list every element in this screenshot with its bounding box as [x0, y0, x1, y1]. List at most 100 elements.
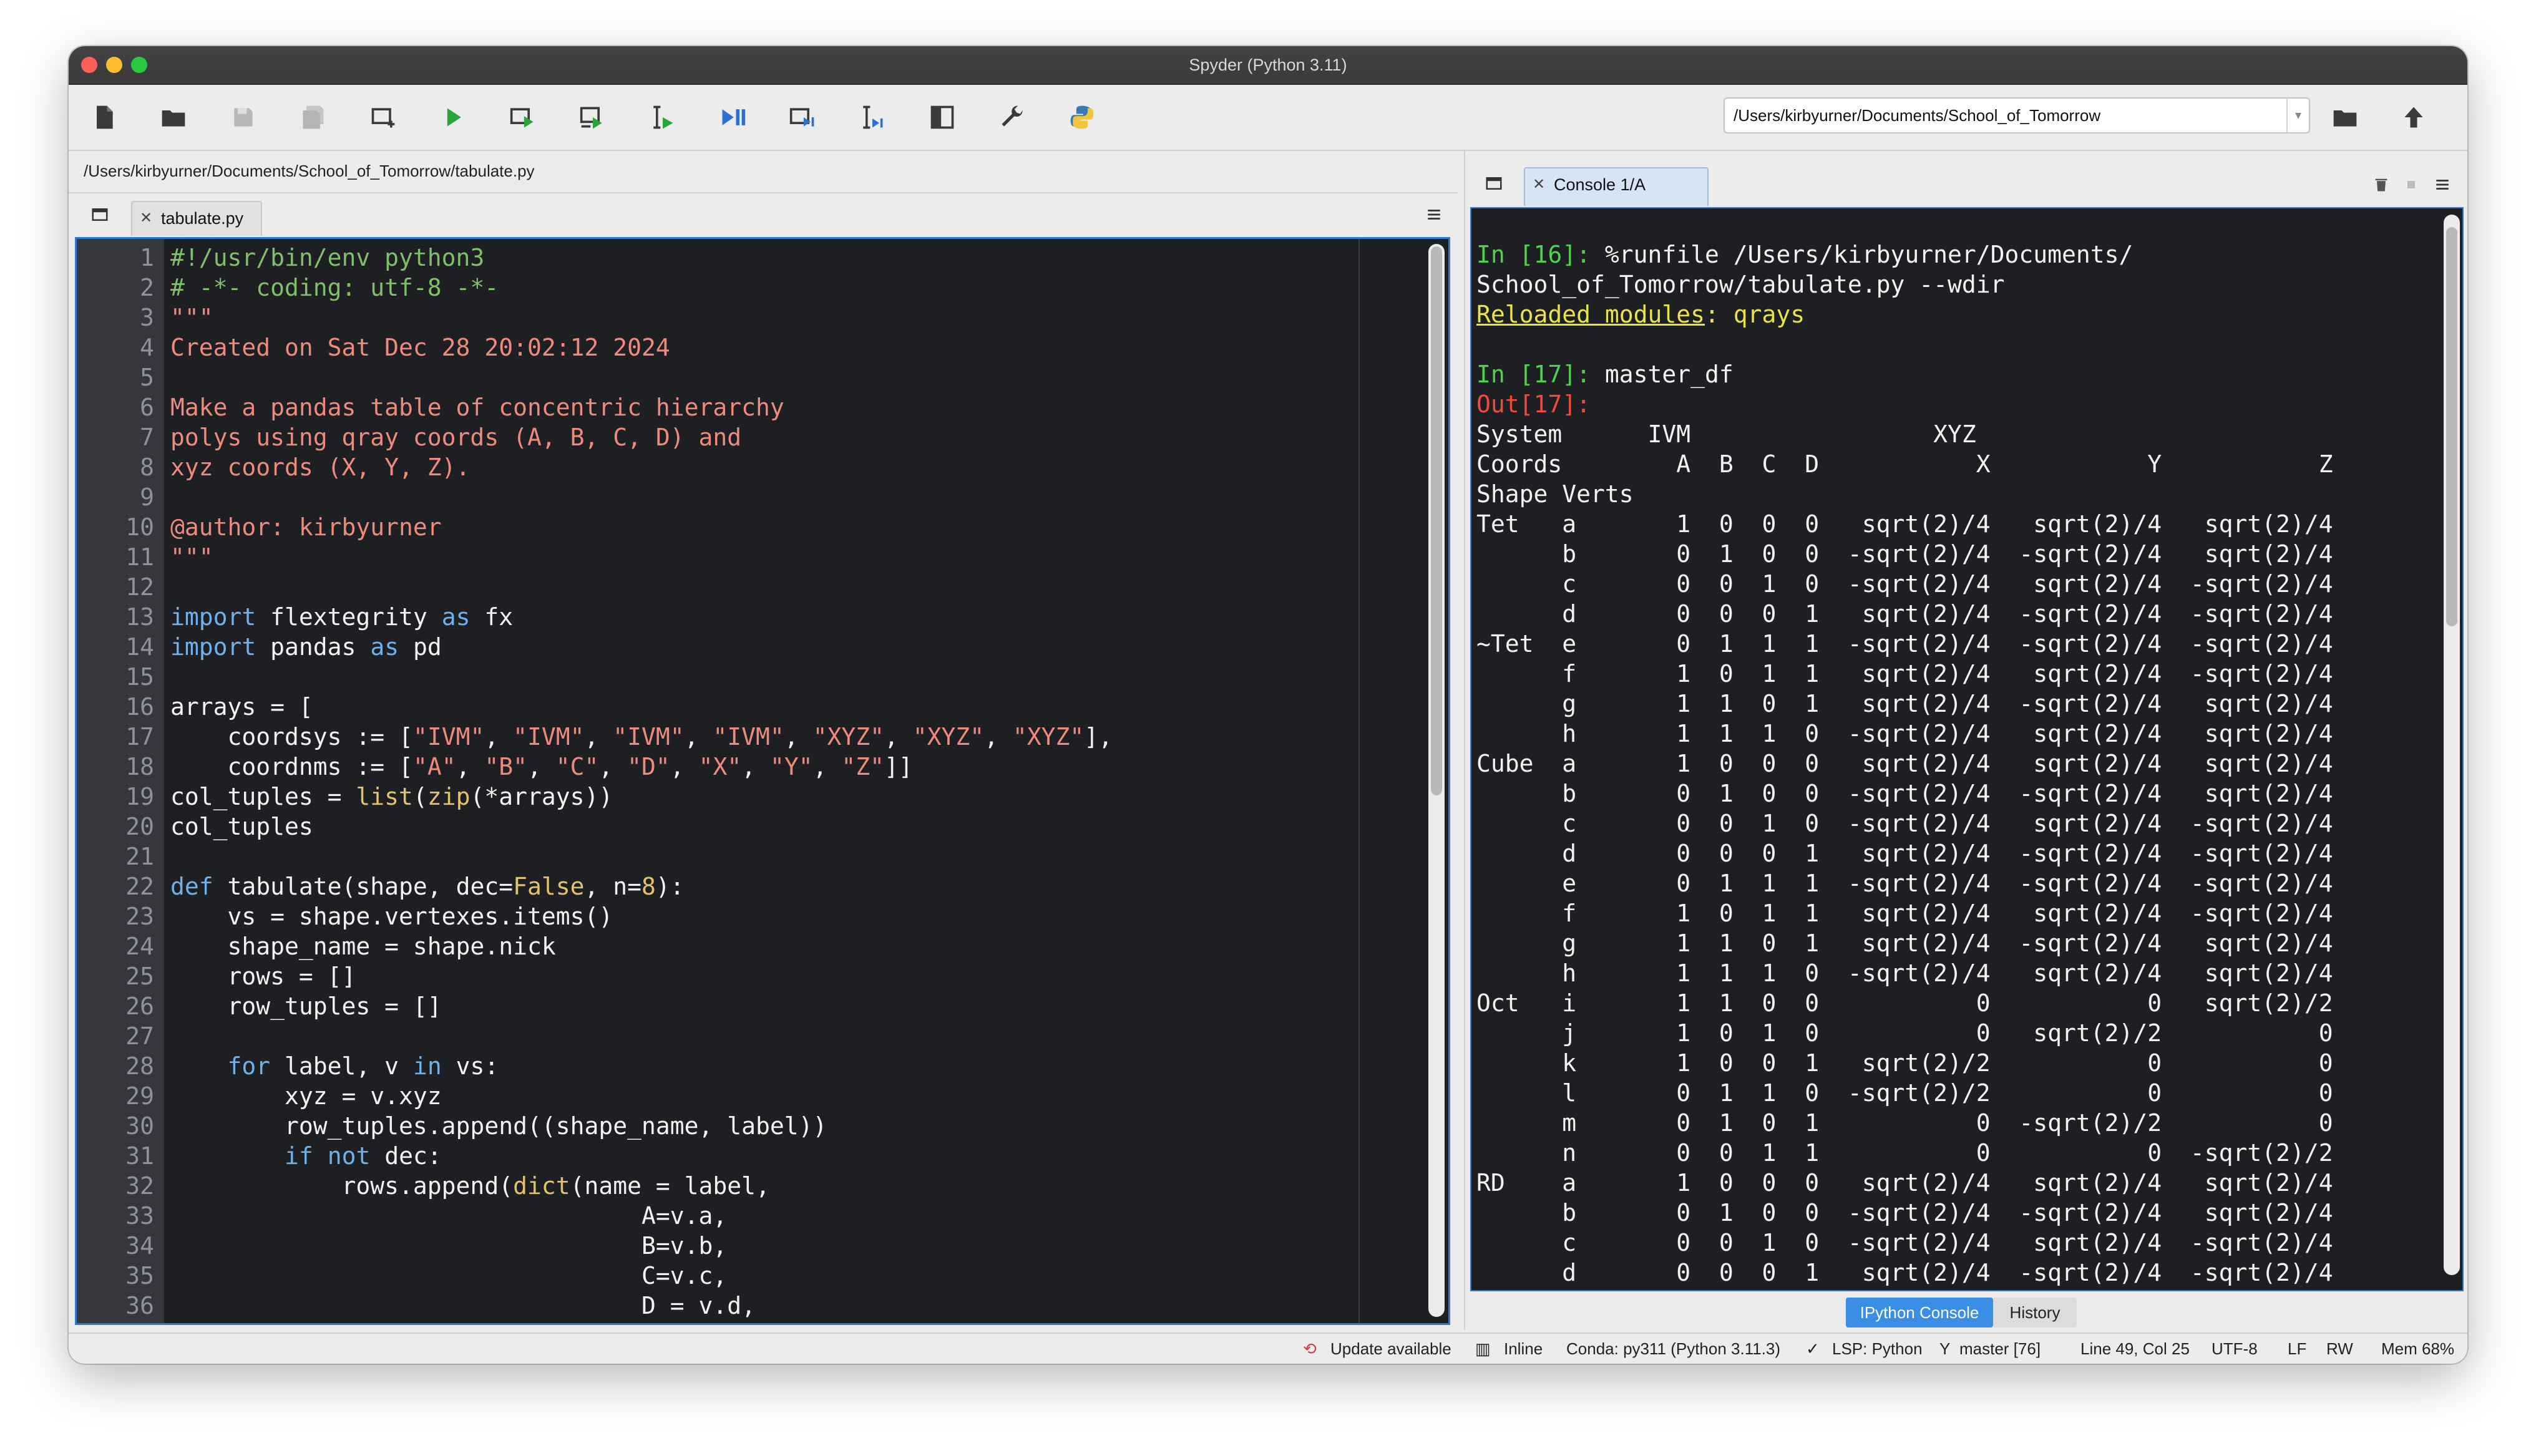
code-line: coordsys := ["IVM", "IVM", "IVM", "IVM",…: [170, 722, 1113, 752]
line-number: 13: [125, 603, 154, 631]
update-status[interactable]: Update available: [1330, 1334, 1451, 1364]
editor-scrollbar[interactable]: [1428, 244, 1445, 1317]
close-icon[interactable]: ✕: [1533, 168, 1545, 201]
title-bar: Spyder (Python 3.11): [69, 46, 2467, 85]
code-line: C=v.c,: [170, 1261, 727, 1291]
code-token: vs:: [441, 1052, 499, 1080]
edge-line: [1358, 239, 1360, 1323]
console-token: c 0 0 1 0 -sqrt(2)/4 sqrt(2)/4 -sqrt(2)/…: [1476, 810, 2333, 837]
python-path-icon[interactable]: [1065, 100, 1100, 135]
code-token: row_tuples = []: [170, 993, 442, 1020]
console-line: l 0 1 1 0 -sqrt(2)/2 0 0: [1476, 1078, 2333, 1108]
preferences-icon[interactable]: [995, 100, 1030, 135]
stop-kernel-icon[interactable]: [2399, 172, 2424, 197]
console-token: Out[17]:: [1476, 391, 1591, 418]
console-line: g 1 1 0 1 sqrt(2)/4 -sqrt(2)/4 sqrt(2)/4: [1476, 928, 2333, 958]
open-file-icon[interactable]: [156, 100, 191, 135]
console-line: b 0 1 0 0 -sqrt(2)/4 -sqrt(2)/4 sqrt(2)/…: [1476, 539, 2333, 569]
console-line: f 1 0 1 1 sqrt(2)/4 sqrt(2)/4 -sqrt(2)/4: [1476, 898, 2333, 928]
code-line: import pandas as pd: [170, 632, 442, 662]
run-selection-icon[interactable]: [645, 100, 680, 135]
console-token: d 0 0 0 1 sqrt(2)/4 -sqrt(2)/4 -sqrt(2)/…: [1476, 600, 2333, 628]
browse-tabs-icon[interactable]: [1481, 171, 1506, 196]
console-token: b 0 1 0 0 -sqrt(2)/4 -sqrt(2)/4 sqrt(2)/…: [1476, 780, 2333, 807]
debug-selection-icon[interactable]: [855, 100, 890, 135]
code-token: dict: [513, 1172, 570, 1200]
console-token: Oct i 1 1 0 0 0 0 sqrt(2)/2: [1476, 989, 2333, 1017]
code-line: shape_name = shape.nick: [170, 931, 556, 961]
code-line: vs = shape.vertexes.items(): [170, 901, 613, 931]
console-token: j 1 0 1 0 0 sqrt(2)/2 0: [1476, 1019, 2333, 1047]
scrollbar-thumb[interactable]: [2446, 227, 2457, 626]
debug-icon[interactable]: [715, 100, 750, 135]
console-line: Reloaded modules: qrays: [1476, 299, 1805, 329]
code-token: "XYZ": [912, 723, 985, 750]
code-token: list: [356, 783, 413, 810]
working-directory-combo[interactable]: /Users/kirbyurner/Documents/School_of_To…: [1724, 97, 2310, 133]
line-number: 17: [125, 723, 154, 750]
parent-directory-icon[interactable]: [2396, 100, 2431, 135]
console-line: b 0 1 0 0 -sqrt(2)/4 -sqrt(2)/4 sqrt(2)/…: [1476, 779, 2333, 808]
close-icon[interactable]: ✕: [140, 202, 152, 235]
console-token: RD a 1 0 0 0 sqrt(2)/4 sqrt(2)/4 sqrt(2)…: [1476, 1169, 2333, 1196]
console-token: Reloaded modules: [1476, 301, 1705, 328]
code-line: xyz coords (X, Y, Z).: [170, 452, 470, 482]
console-line: Coords A B C D X Y Z: [1476, 449, 2333, 479]
console-token: d 0 0 0 1 sqrt(2)/4 -sqrt(2)/4 -sqrt(2)/…: [1476, 840, 2333, 867]
options-menu-icon[interactable]: [1422, 202, 1446, 227]
editor-file-path: /Users/kirbyurner/Documents/School_of_To…: [84, 162, 535, 180]
plot-backend-status[interactable]: Inline: [1504, 1334, 1543, 1364]
tab-console-1a[interactable]: ✕ Console 1/A: [1524, 167, 1709, 206]
code-editor[interactable]: 1 2 3 4 5 6 7 8 9 10 11 12 13 14 15 16 17 18 19 20 21 22 23 24 2…: [75, 237, 1450, 1325]
save-icon[interactable]: [226, 100, 261, 135]
console-line: RD a 1 0 0 0 sqrt(2)/4 sqrt(2)/4 sqrt(2)…: [1476, 1168, 2333, 1198]
code-token: D = v.d,: [170, 1292, 756, 1319]
maximize-pane-icon[interactable]: [925, 100, 960, 135]
chevron-down-icon[interactable]: ▾: [2286, 99, 2309, 132]
debug-cell-icon[interactable]: [785, 100, 820, 135]
clear-console-icon[interactable]: [2369, 172, 2394, 197]
scrollbar-thumb[interactable]: [1431, 246, 1442, 795]
console-line: In [17]: master_df: [1476, 359, 1734, 389]
tab-ipython-console[interactable]: IPython Console: [1846, 1298, 1993, 1327]
new-file-icon[interactable]: [86, 100, 121, 135]
update-icon[interactable]: ⟲: [1303, 1334, 1317, 1364]
code-line: rows = []: [170, 961, 356, 991]
conda-env-status[interactable]: Conda: py311 (Python 3.11.3): [1566, 1334, 1780, 1364]
console-line: System IVM XYZ: [1476, 419, 1976, 449]
new-cell-icon[interactable]: [366, 100, 401, 135]
console-scrollbar[interactable]: [2444, 215, 2460, 1275]
code-token: (*arrays)): [470, 783, 613, 810]
options-menu-icon[interactable]: [2430, 172, 2455, 197]
tab-history[interactable]: History: [1993, 1298, 2077, 1327]
code-token: not: [327, 1142, 371, 1170]
code-line: Make a pandas table of concentric hierar…: [170, 392, 784, 422]
line-number: 12: [125, 573, 154, 601]
console-line: e 0 1 1 1 -sqrt(2)/4 -sqrt(2)/4 -sqrt(2)…: [1476, 868, 2333, 898]
line-number: 1: [140, 244, 154, 271]
save-all-icon[interactable]: [296, 100, 331, 135]
code-token: for: [227, 1052, 271, 1080]
code-line: if not dec:: [170, 1141, 442, 1171]
console-token: Tet a 1 0 0 0 sqrt(2)/4 sqrt(2)/4 sqrt(2…: [1476, 510, 2333, 538]
tab-tabulate-py[interactable]: ✕ tabulate.py: [131, 201, 262, 236]
ipython-console[interactable]: In [16]: %runfile /Users/kirbyurner/Docu…: [1470, 207, 2464, 1291]
code-token: label, v: [270, 1052, 413, 1080]
console-line: Out[17]:: [1476, 389, 1591, 419]
browse-tabs-icon[interactable]: [87, 202, 112, 227]
code-token: coordnms := [: [170, 753, 413, 780]
console-line: School_of_Tomorrow/tabulate.py --wdir: [1476, 269, 2004, 299]
run-cell-icon[interactable]: [505, 100, 540, 135]
console-line: m 0 1 0 1 0 -sqrt(2)/2 0: [1476, 1108, 2333, 1138]
line-number: 4: [140, 334, 154, 361]
status-bar: ⟲ Update available ▥ Inline Conda: py311…: [69, 1332, 2467, 1364]
browse-directory-icon[interactable]: [2328, 100, 2363, 135]
code-token: arrays = [: [170, 693, 313, 721]
lsp-status[interactable]: LSP: Python: [1832, 1334, 1923, 1364]
git-branch-status[interactable]: master [76]: [1959, 1334, 2041, 1364]
run-cell-advance-icon[interactable]: [575, 100, 610, 135]
code-token: """: [170, 543, 213, 571]
spyder-window: Spyder (Python 3.11) /Users/kirbyurner/D…: [69, 46, 2467, 1364]
code-token: col_tuples: [170, 813, 313, 840]
run-icon[interactable]: [436, 100, 471, 135]
